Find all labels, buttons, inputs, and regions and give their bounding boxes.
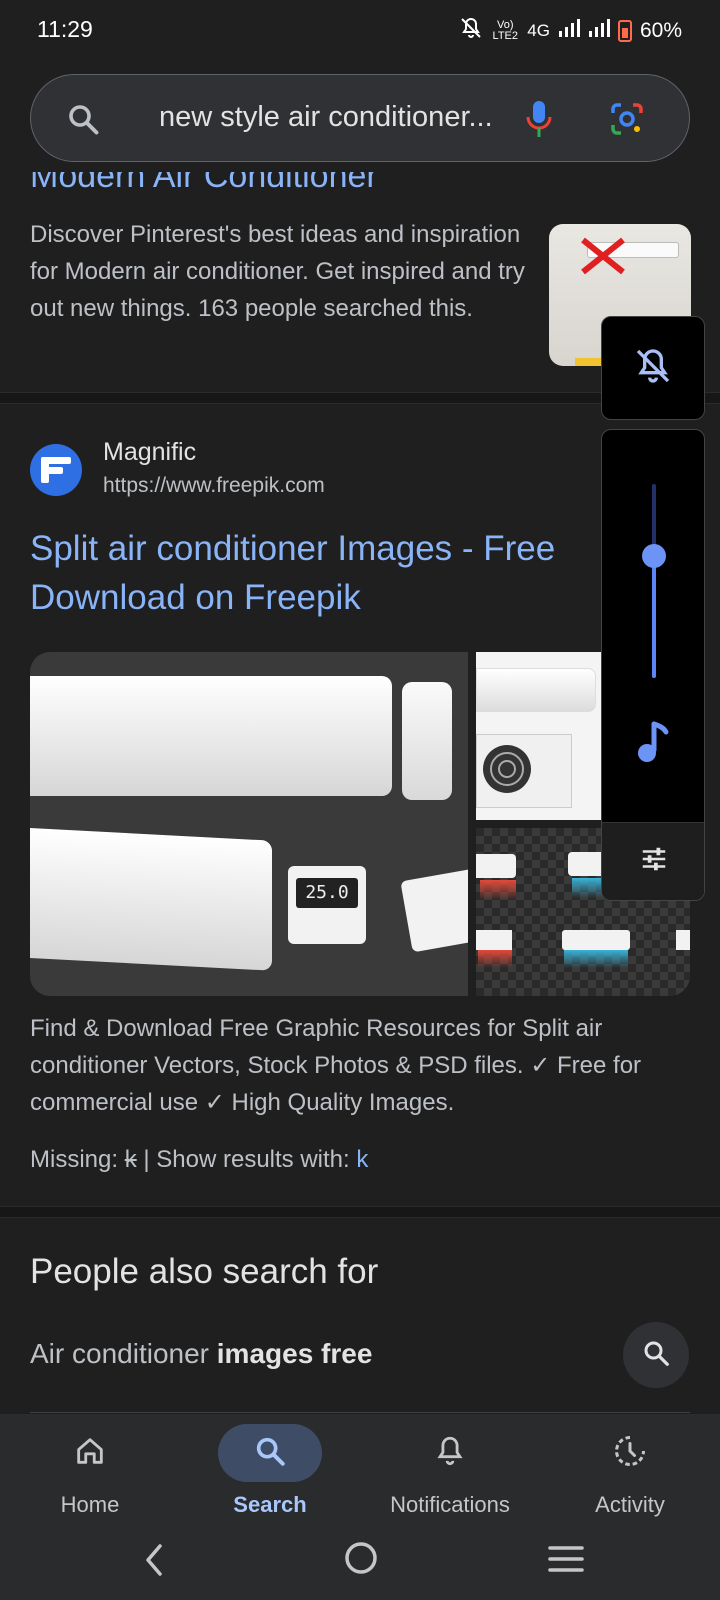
nav-notifications[interactable]: Notifications: [360, 1414, 540, 1524]
back-icon[interactable]: [140, 1542, 168, 1583]
thermostat-image: [400, 867, 468, 953]
volume-settings-button[interactable]: [602, 822, 704, 900]
site-name[interactable]: Magnific: [103, 438, 196, 467]
related-search-bold: images free: [216, 1338, 373, 1369]
activity-icon: [612, 1433, 648, 1474]
missing-terms: Missing: k | Show results with: k: [30, 1146, 368, 1174]
search-icon: [253, 1434, 287, 1473]
list-divider: [30, 1412, 690, 1413]
recents-menu-icon[interactable]: [548, 1544, 584, 1579]
result-title[interactable]: Split air conditioner Images - Free Down…: [30, 524, 670, 622]
result-snippet-2: Find & Download Free Graphic Resources f…: [30, 1015, 642, 1116]
status-icons: Vo) LTE2 4G 60%: [459, 16, 682, 46]
music-note-icon: [636, 720, 672, 769]
bell-off-icon: [633, 346, 673, 391]
bell-off-icon: [459, 16, 483, 46]
people-also-search-title: People also search for: [30, 1252, 379, 1291]
home-icon: [73, 1434, 107, 1473]
missing-label: Missing:: [30, 1146, 119, 1173]
nav-pill: [398, 1424, 502, 1482]
ringer-mute-button[interactable]: [601, 316, 705, 420]
volume-slider-track[interactable]: [652, 484, 656, 678]
system-navigation-bar: [0, 1524, 720, 1600]
nav-search[interactable]: Search: [180, 1414, 360, 1524]
battery-icon: [617, 20, 632, 42]
status-time: 11:29: [37, 16, 93, 42]
site-favicon: [30, 444, 82, 496]
bell-icon: [433, 1434, 467, 1473]
network-type-small: Vo) LTE2: [492, 19, 519, 42]
signal-icon-2: [588, 18, 610, 44]
thermostat-image: 25.0: [288, 866, 366, 944]
related-search-item[interactable]: Air conditioner images free: [30, 1338, 372, 1370]
volume-slider-thumb[interactable]: [642, 543, 666, 568]
nav-pill: [218, 1424, 322, 1482]
nav-activity[interactable]: Activity: [540, 1414, 720, 1524]
nav-pill: [578, 1424, 682, 1482]
thermostat-reading: 25.0: [296, 878, 358, 908]
status-bar: 11:29 Vo) LTE2 4G 60%: [0, 0, 720, 62]
volume-panel: [601, 429, 705, 901]
related-search-button[interactable]: [623, 1322, 689, 1388]
result-snippet: Discover Pinterest's best ideas and insp…: [30, 221, 525, 322]
nav-home-label: Home: [60, 1492, 120, 1517]
microphone-icon[interactable]: [519, 97, 559, 141]
search-icon: [63, 99, 103, 139]
ac-unit-image: [30, 676, 392, 796]
search-query[interactable]: new style air conditioner...: [159, 101, 493, 134]
lens-camera-icon[interactable]: [607, 99, 647, 139]
ac-unit-image: [30, 827, 272, 971]
section-divider: [0, 1206, 720, 1218]
nav-pill: [38, 1424, 142, 1482]
site-url[interactable]: https://www.freepik.com: [103, 474, 325, 498]
missing-term: k: [124, 1146, 137, 1173]
result-title-cut[interactable]: Modern Air Conditioner: [30, 172, 378, 194]
nav-home[interactable]: Home: [0, 1414, 180, 1524]
remote-image: [402, 682, 452, 800]
result-image-main[interactable]: 25.0: [30, 652, 468, 996]
signal-icon: [558, 18, 580, 44]
nav-notifications-label: Notifications: [390, 1492, 510, 1517]
network-type: 4G: [527, 21, 550, 40]
related-search-prefix: Air conditioner: [30, 1338, 209, 1369]
sliders-icon: [639, 844, 669, 879]
nav-activity-label: Activity: [595, 1492, 665, 1517]
battery-percent: 60%: [639, 19, 682, 42]
home-circle-icon[interactable]: [343, 1540, 379, 1581]
show-results-link[interactable]: k: [356, 1146, 368, 1173]
search-bar[interactable]: new style air conditioner...: [30, 74, 690, 162]
volume-slider-fill: [652, 555, 656, 678]
search-icon: [641, 1338, 671, 1373]
nav-search-label: Search: [233, 1492, 307, 1517]
bottom-navigation: Home Search Notifications Activity: [0, 1414, 720, 1524]
show-results-label: | Show results with:: [143, 1146, 350, 1173]
